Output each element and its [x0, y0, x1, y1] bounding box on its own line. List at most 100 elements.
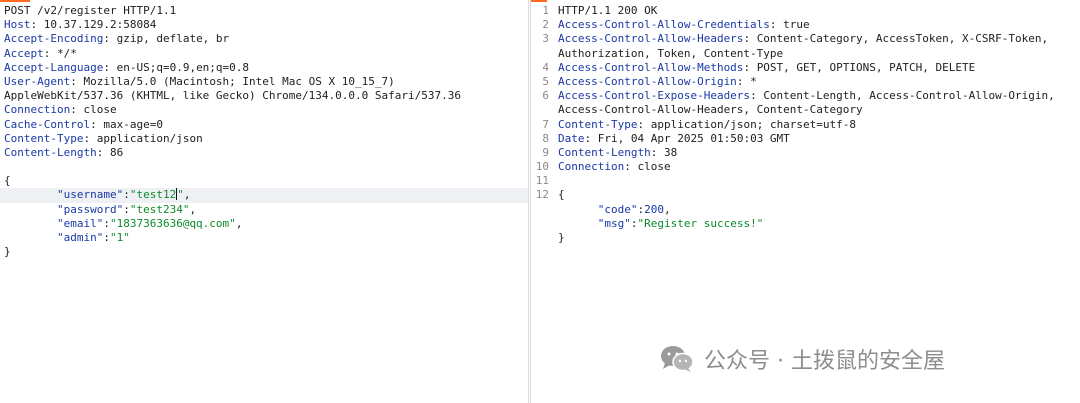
header-value: POST, GET, OPTIONS, PATCH, DELETE: [756, 60, 976, 74]
request-header-line: Cache-Control: max-age=0: [0, 118, 528, 132]
response-line: 3 Access-Control-Allow-Headers: Content-C…: [531, 32, 1080, 46]
request-header-line: Accept: */*: [0, 47, 528, 61]
line-number: 4: [542, 60, 549, 74]
response-line: 9 Content-Length: 38: [531, 146, 1080, 160]
header-name: Access-Control-Expose-Headers: [558, 89, 751, 103]
request-header-line: Accept-Language: en-US;q=0.9,en;q=0.8: [0, 61, 528, 75]
request-text[interactable]: POST /v2/register HTTP/1.1 Host: 10.37.12…: [0, 4, 528, 259]
json-comma: ,: [664, 202, 671, 216]
json-key: "msg": [597, 216, 631, 230]
header-value: 10.37.129.2:58084: [43, 18, 157, 32]
header-name: Access-Control-Allow-Headers: [558, 32, 744, 46]
json-key: "email": [56, 216, 104, 230]
header-value: application/json; charset=utf-8: [650, 117, 857, 131]
line-number: 1: [542, 4, 549, 17]
header-sep: :: [743, 32, 757, 46]
json-string-value: "test12: [129, 188, 177, 202]
header-value: Content-Length, Access-Control-Allow-Ori…: [763, 89, 1055, 103]
json-colon: :: [630, 216, 638, 230]
request-header-line: Host: 10.37.129.2:58084: [0, 18, 528, 32]
line-number: 8: [542, 131, 549, 145]
header-sep: :: [650, 145, 664, 159]
response-line: 7 Content-Type: application/json; charset…: [531, 118, 1080, 132]
json-key: "admin": [56, 231, 104, 244]
line-number: 5: [542, 74, 549, 88]
header-value: Authorization, Token, Content-Type: [558, 46, 784, 60]
line-number: 11: [535, 174, 549, 188]
header-value: 38: [663, 145, 678, 159]
request-editor-pane[interactable]: POST /v2/register HTTP/1.1 Host: 10.37.12…: [0, 0, 529, 403]
header-sep: :: [624, 160, 638, 174]
wechat-icon: [661, 346, 694, 372]
header-name: Connection: [4, 103, 71, 117]
line-number: 3: [542, 32, 549, 46]
json-field-line: "password":"test234",: [0, 203, 528, 217]
line-number: 10: [535, 160, 549, 174]
header-sep: :: [584, 131, 598, 145]
header-name: Host: [4, 18, 31, 32]
json-brace: }: [4, 245, 11, 259]
header-sep: :: [83, 131, 97, 145]
response-line: Authorization, Token, Content-Type: [531, 47, 1080, 61]
header-value: max-age=0: [103, 117, 163, 131]
header-name: Cache-Control: [4, 117, 91, 131]
line-number: 2: [542, 18, 549, 32]
header-name: Access-Control-Allow-Methods: [558, 60, 744, 74]
header-name: Date: [558, 131, 585, 145]
watermark: 公众号 · 土拨鼠的安全屋: [660, 343, 945, 375]
response-line: Access-Control-Allow-Headers, Content-Ca…: [531, 103, 1080, 117]
json-field-line: "username":"test12",: [0, 188, 528, 203]
request-header-line: Connection: close: [0, 103, 528, 117]
request-header-line: Content-Type: application/json: [0, 132, 528, 146]
json-string-value: "test234": [129, 202, 190, 216]
request-line-text: POST /v2/register HTTP/1.1: [4, 4, 177, 17]
header-name: Content-Type: [4, 131, 84, 145]
json-key: "code": [597, 202, 638, 216]
header-sep: :: [103, 60, 117, 74]
json-close-line: }: [0, 245, 528, 259]
header-name: Accept-Language: [4, 60, 104, 74]
response-line: 5 Access-Control-Allow-Origin: *: [531, 75, 1080, 89]
json-brace: {: [558, 188, 565, 202]
header-value: close: [637, 160, 671, 174]
header-value: gzip, deflate, br: [116, 32, 230, 46]
json-comma: ,: [189, 202, 197, 216]
json-key: "password": [56, 202, 124, 216]
request-header-line: AppleWebKit/537.36 (KHTML, like Gecko) C…: [0, 89, 528, 103]
header-value: true: [783, 18, 810, 32]
header-sep: :: [96, 145, 110, 159]
json-value: 200: [644, 202, 664, 216]
header-name: Connection: [558, 160, 625, 174]
request-header-line: Accept-Encoding: gzip, deflate, br: [0, 32, 528, 46]
json-brace: {: [4, 174, 11, 188]
header-value: AppleWebKit/537.36 (KHTML, like Gecko) C…: [4, 89, 461, 103]
json-string-value-end: ": [177, 188, 184, 202]
response-text[interactable]: 1 HTTP/1.1 200 OK 2 Access-Control-Allow-Cr…: [531, 4, 1080, 245]
header-sep: :: [70, 103, 84, 117]
request-header-line: Content-Length: 86: [0, 146, 528, 160]
header-value: en-US;q=0.9,en;q=0.8: [116, 60, 250, 74]
json-colon: :: [123, 188, 130, 202]
json-open-line: {: [0, 174, 528, 188]
json-colon: :: [123, 202, 130, 216]
line-number: 12: [535, 188, 549, 202]
response-line: 8 Date: Fri, 04 Apr 2025 01:50:03 GMT: [531, 132, 1080, 146]
header-value: *: [750, 74, 757, 88]
header-name: Access-Control-Allow-Credentials: [558, 18, 770, 32]
json-colon: :: [103, 231, 110, 244]
json-field-line: "admin":"1": [0, 231, 528, 245]
header-value: Content-Category, AccessToken, X-CSRF-To…: [756, 32, 1049, 46]
response-line: 2 Access-Control-Allow-Credentials: true: [531, 18, 1080, 32]
json-string-value: "1837363636@qq.com": [109, 216, 236, 230]
json-field-line: "email":"1837363636@qq.com",: [0, 217, 528, 231]
response-tab-indicator: [531, 0, 547, 2]
line-number: 6: [542, 89, 549, 103]
request-line: POST /v2/register HTTP/1.1: [0, 4, 528, 18]
header-name: Content-Length: [4, 145, 97, 159]
header-value: */*: [57, 46, 77, 60]
response-line: 11: [531, 174, 1080, 188]
header-value: Fri, 04 Apr 2025 01:50:03 GMT: [597, 131, 790, 145]
